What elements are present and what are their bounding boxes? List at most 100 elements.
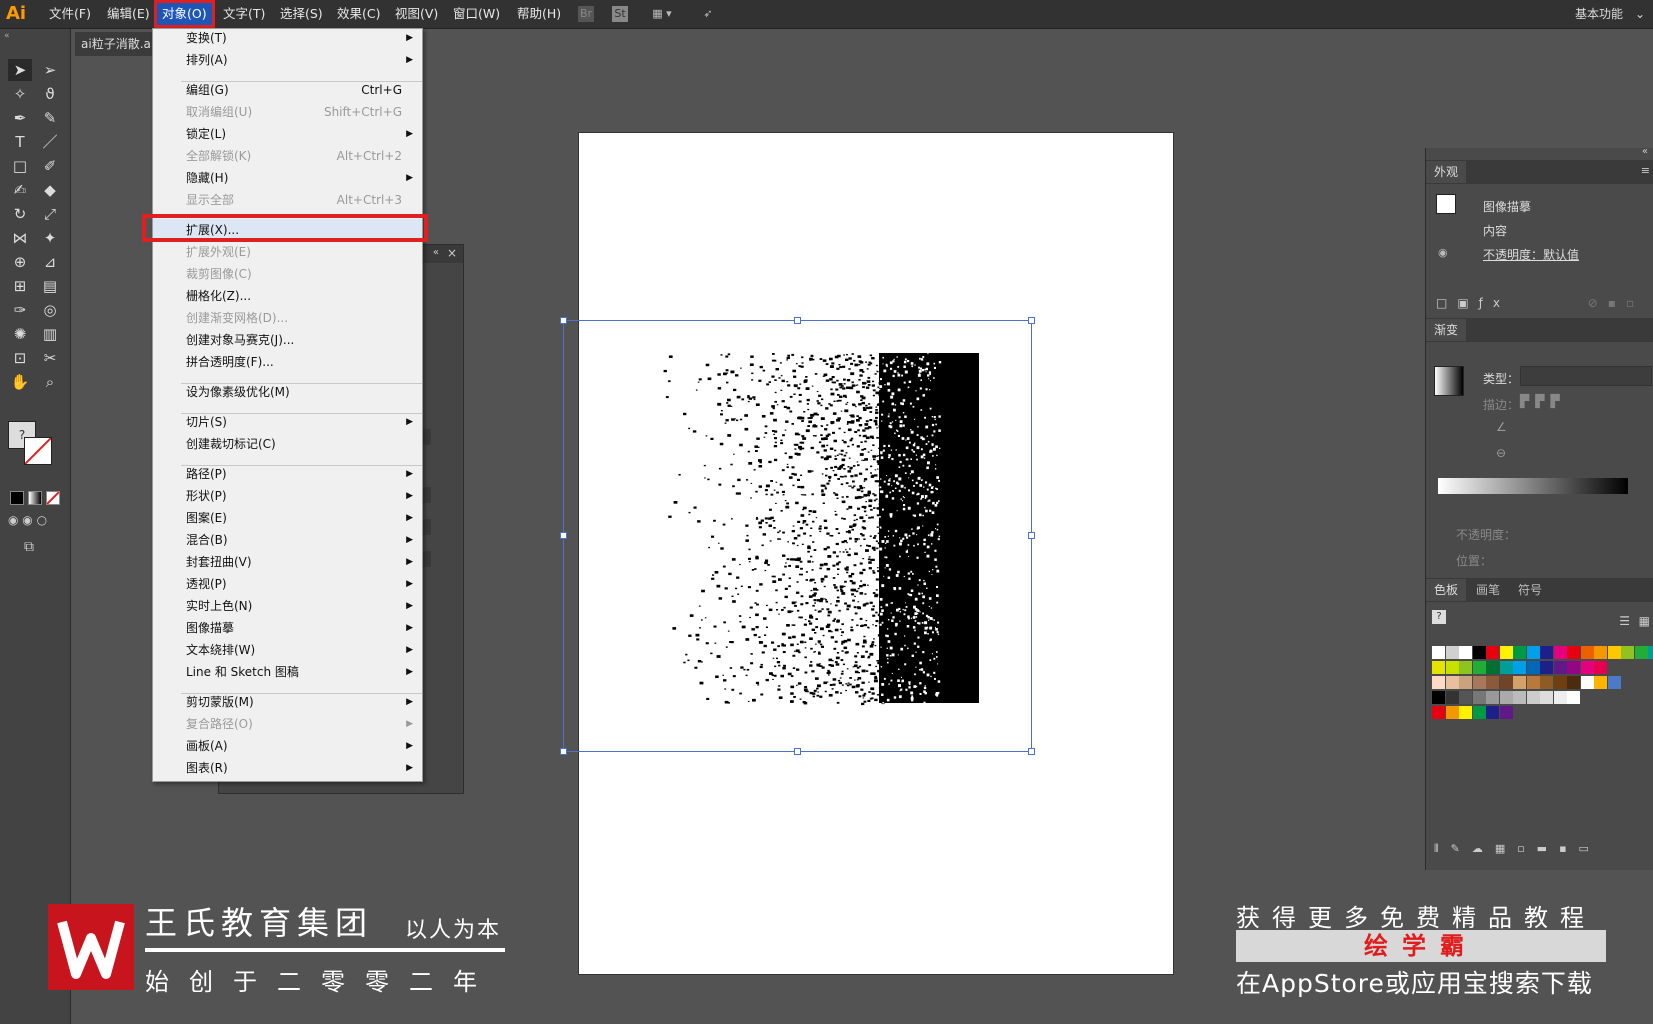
gradient-preview-swatch[interactable] [1434,366,1464,396]
color-swatch[interactable] [1553,691,1567,704]
object-menu-item[interactable]: 复合路径(O) ▶ [153,713,422,735]
collapse-dock-icon[interactable]: « [1642,146,1648,157]
object-menu-item[interactable]: 排列(A) ▶ [153,49,422,71]
object-menu-item[interactable]: 变换(T) ▶ [153,27,422,49]
object-menu-item[interactable]: 剪切蒙版(M) ▶ [153,691,422,713]
menu-0[interactable]: 文件(F) [44,0,96,28]
color-swatch[interactable] [1459,706,1472,719]
object-menu-item[interactable]: 全部解锁(K) Alt+Ctrl+2 [153,145,422,167]
color-swatch[interactable] [1445,706,1459,719]
color-swatch[interactable] [1486,691,1499,704]
rectangle-tool-icon[interactable]: □ [8,155,32,177]
object-menu-item[interactable]: 锁定(L) ▶ [153,123,422,145]
workspace-switcher[interactable]: 基本功能 [1575,0,1623,28]
color-swatch[interactable] [1526,676,1540,689]
swatches-footer-icons[interactable]: ⫴✎☁▦▫▬▪▭ [1434,842,1601,856]
slice-tool-icon[interactable]: ✂ [38,347,62,369]
object-menu-item[interactable]: 图表(R) ▶ [153,757,422,779]
color-swatch[interactable] [1567,691,1580,704]
mesh-tool-icon[interactable]: ⊞ [8,275,32,297]
color-swatch[interactable] [1580,676,1594,689]
object-menu-item[interactable]: 显示全部 Alt+Ctrl+3 [153,189,422,211]
color-swatch[interactable] [1526,646,1540,659]
color-swatch[interactable] [1486,706,1499,719]
color-swatch[interactable] [1486,676,1499,689]
color-swatch[interactable] [1607,646,1621,659]
color-swatch[interactable] [1472,646,1486,659]
color-swatch[interactable] [1499,646,1513,659]
zoom-tool-icon[interactable]: ⌕ [38,371,62,393]
stock-icon[interactable]: St [612,6,628,22]
grid-view-icon[interactable]: ▦ [1639,614,1650,628]
color-swatch[interactable] [1526,691,1540,704]
color-swatch[interactable] [1472,691,1486,704]
lasso-tool-icon[interactable]: ϑ [38,83,62,105]
scale-tool-icon[interactable]: ⤢ [38,203,62,225]
appearance-row[interactable]: 图像描摹 [1483,198,1531,215]
object-menu-item[interactable]: 创建裁切标记(C) [153,433,422,455]
appearance-footer-icons[interactable]: □▣ƒx [1436,296,1510,310]
menu-3[interactable]: 文字(T) [218,0,270,28]
tab-swatches[interactable]: 色板 [1426,579,1467,601]
color-swatch[interactable] [1432,706,1445,719]
color-swatch[interactable] [1540,646,1553,659]
appearance-row[interactable]: 内容 [1483,222,1507,239]
color-swatch[interactable] [1472,706,1486,719]
visibility-eye-icon[interactable]: ◉ [1438,246,1448,259]
resize-handle[interactable] [1028,532,1035,539]
menu-8[interactable]: 帮助(H) [512,0,566,28]
color-swatch[interactable] [1567,676,1580,689]
object-menu-item[interactable]: 画板(A) ▶ [153,735,422,757]
line-tool-icon[interactable]: ／ [38,131,62,153]
selection-tool-icon[interactable]: ➤ [8,59,32,81]
color-swatch[interactable] [1459,676,1472,689]
color-swatch[interactable] [1445,691,1459,704]
color-swatch[interactable] [1567,661,1580,674]
drawing-modes-icon[interactable]: ◉ ◉ ○ [8,513,47,527]
color-swatch[interactable] [1580,646,1594,659]
curvature-tool-icon[interactable]: ✎ [38,107,62,129]
screen-mode-icon[interactable]: ⧉ [24,539,34,555]
object-menu-item[interactable]: 设为像素级优化(M) [153,381,422,403]
close-panel-icon[interactable]: × [447,246,457,260]
tab-symbols[interactable]: 符号 [1510,579,1550,601]
object-menu-item[interactable]: 实时上色(N) ▶ [153,595,422,617]
column-graph-tool-icon[interactable]: ▥ [38,323,62,345]
color-swatch[interactable] [1459,646,1472,659]
resize-handle[interactable] [1028,317,1035,324]
color-swatch[interactable] [1634,646,1648,659]
color-swatch[interactable] [1445,646,1459,659]
color-swatch[interactable] [1486,646,1499,659]
workspace-chevron-icon[interactable]: ⌄ [1635,0,1645,28]
gradient-tool-icon[interactable]: ▤ [38,275,62,297]
color-swatch[interactable] [1540,676,1553,689]
color-swatch[interactable] [1499,661,1513,674]
color-swatch[interactable] [1607,676,1621,689]
color-mode-icon[interactable] [10,491,24,505]
blend-tool-icon[interactable]: ◎ [38,299,62,321]
arrange-documents-icon[interactable]: ▦ ▾ [648,6,676,22]
object-menu-item[interactable]: 创建渐变网格(D)... [153,307,422,329]
resize-handle[interactable] [794,317,801,324]
paintbrush-tool-icon[interactable]: ✐ [38,155,62,177]
collapse-toolbar-icon[interactable]: « [4,31,10,41]
object-menu-item[interactable]: 隐藏(H) ▶ [153,167,422,189]
color-swatch[interactable] [1432,676,1445,689]
color-swatch[interactable] [1459,661,1472,674]
object-menu-item[interactable]: 编组(G) Ctrl+G [153,79,422,101]
collapse-panel-icon[interactable]: « [433,247,439,258]
color-swatch[interactable] [1432,646,1445,659]
object-menu-item[interactable]: 拼合透明度(F)... [153,351,422,373]
color-swatch[interactable] [1553,676,1567,689]
object-menu-item[interactable]: 切片(S) ▶ [153,411,422,433]
panel-menu-icon[interactable]: ≡ [1641,164,1650,177]
color-swatch[interactable] [1486,661,1499,674]
object-menu-item[interactable]: 形状(P) ▶ [153,485,422,507]
hand-tool-icon[interactable]: ✋ [8,371,32,393]
shaper-tool-icon[interactable]: ✍ [8,179,32,201]
color-swatch[interactable] [1553,661,1567,674]
object-menu-item[interactable]: 混合(B) ▶ [153,529,422,551]
object-menu-item[interactable]: 透视(P) ▶ [153,573,422,595]
document-tab[interactable]: ai粒子消散.ai [75,32,161,56]
color-swatch[interactable] [1580,661,1594,674]
